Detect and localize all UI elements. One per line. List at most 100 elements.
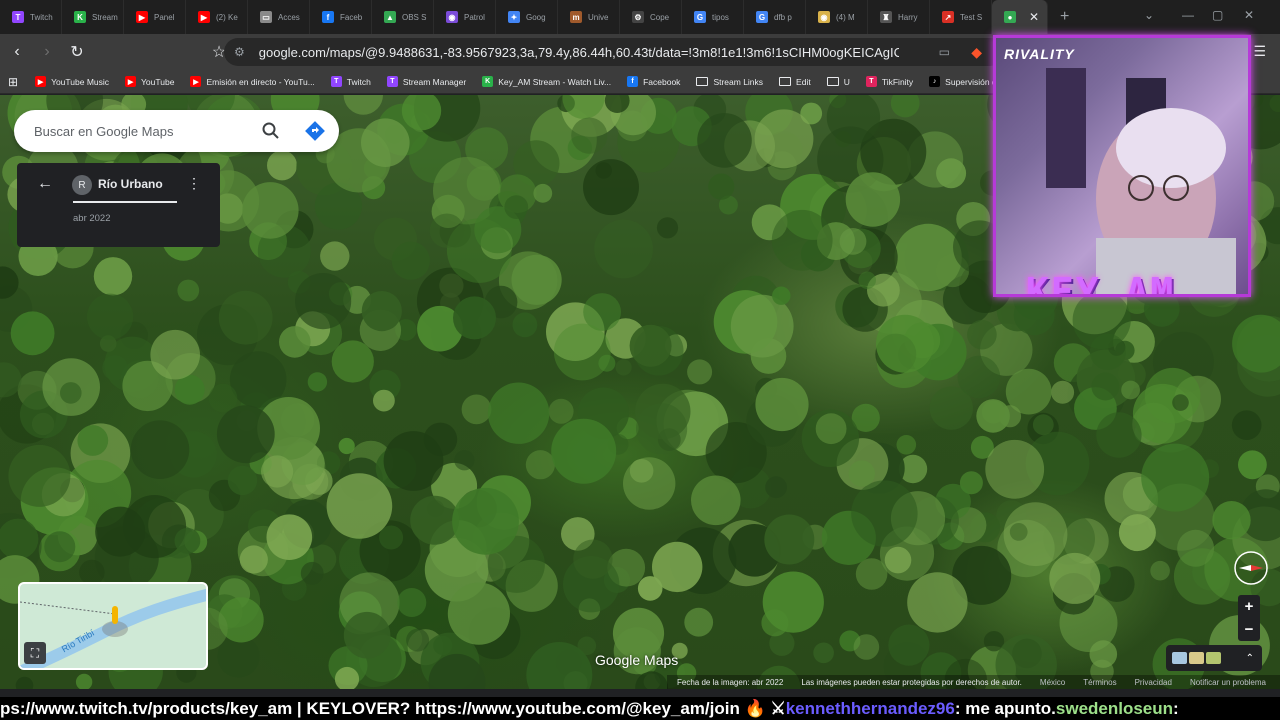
layers-control[interactable]: ⌃ xyxy=(1166,645,1262,671)
rivality-logo: RIVALITY xyxy=(1004,46,1075,62)
more-options-icon[interactable]: ⋮ xyxy=(187,175,201,192)
bookmark-item[interactable]: ▶ YouTube xyxy=(118,76,181,87)
maximize-icon[interactable]: ▢ xyxy=(1212,8,1223,22)
chevron-down-icon[interactable]: ⌄ xyxy=(1144,8,1154,22)
tab-favicon-icon: ◉ xyxy=(446,11,458,23)
bookmark-item[interactable]: T TikFinity xyxy=(859,76,920,87)
apps-grid-icon[interactable]: ⊞ xyxy=(8,75,18,89)
bookmark-item[interactable]: T Twitch xyxy=(324,76,378,87)
browser-tab[interactable]: ▭ Acces xyxy=(248,0,310,34)
browser-tab[interactable]: ● ✕ xyxy=(992,0,1048,34)
tree-crown xyxy=(95,506,146,557)
layer-thumb[interactable] xyxy=(1189,652,1204,664)
place-name[interactable]: Río Urbano xyxy=(98,177,163,191)
tab-favicon-icon: ▭ xyxy=(260,11,272,23)
brave-shield-icon[interactable]: ◆ xyxy=(971,44,982,61)
back-arrow-icon[interactable]: ← xyxy=(37,175,53,193)
tree-crown xyxy=(888,624,930,666)
site-info-icon[interactable]: ⚙ xyxy=(234,45,245,59)
menu-icon[interactable]: ☰ xyxy=(1253,43,1266,60)
minimize-icon[interactable]: — xyxy=(1182,8,1194,22)
zoom-control: + − xyxy=(1238,595,1260,641)
bookmark-item[interactable]: Stream Links xyxy=(689,77,770,87)
streamer-nameplate: KEY_AM xyxy=(1026,270,1176,297)
directions-icon[interactable] xyxy=(305,121,325,141)
browser-tab[interactable]: ▶ (2) Ke xyxy=(186,0,248,34)
zoom-out-button[interactable]: − xyxy=(1245,621,1254,638)
reload-button[interactable]: ↻ xyxy=(64,39,90,65)
browser-tab[interactable]: ▲ OBS S xyxy=(372,0,434,34)
search-icon[interactable] xyxy=(261,121,281,141)
bookmark-item[interactable]: f Facebook xyxy=(620,76,687,87)
address-bar[interactable]: ⚙ google.com/maps/@9.9488631,-83.9567923… xyxy=(224,38,1004,66)
tab-favicon-icon: f xyxy=(322,11,334,23)
browser-tab[interactable]: K Stream xyxy=(62,0,124,34)
tree-crown xyxy=(31,412,55,436)
tree-crown xyxy=(615,359,632,376)
tree-crown xyxy=(1121,380,1140,400)
tree-crown xyxy=(1009,523,1028,541)
tab-label: dfb p xyxy=(774,12,792,22)
bookmark-item[interactable]: ▶ Emisión en directo - YouTu... xyxy=(183,76,321,87)
browser-tab[interactable]: T Twitch xyxy=(0,0,62,34)
browser-tab[interactable]: ⚙ Cope xyxy=(620,0,682,34)
browser-tab[interactable]: ✦ Goog xyxy=(496,0,558,34)
tree-crown xyxy=(764,514,815,565)
tree-crown xyxy=(884,546,912,574)
bookmark-item[interactable]: T Stream Manager xyxy=(380,76,473,87)
avatar: R xyxy=(72,175,92,195)
bookmark-item[interactable]: U xyxy=(820,77,857,87)
mini-map-graphic xyxy=(20,588,206,668)
browser-tab[interactable]: ◉ (4) M xyxy=(806,0,868,34)
tree-crown xyxy=(1072,290,1131,350)
close-tab-icon[interactable]: ✕ xyxy=(1029,10,1039,24)
cast-icon[interactable]: ▭ xyxy=(939,45,950,59)
tree-crown xyxy=(839,228,867,255)
forward-button[interactable]: › xyxy=(34,39,60,65)
report-problem-link[interactable]: Notificar un problema xyxy=(1190,678,1266,687)
bookmark-item[interactable]: K Key_AM Stream - Watch Liv... xyxy=(475,76,618,87)
tree-crown xyxy=(629,324,672,367)
search-box[interactable]: Buscar en Google Maps xyxy=(14,110,339,152)
tab-label: Test S xyxy=(960,12,983,22)
capture-date[interactable]: abr 2022 xyxy=(73,213,111,224)
back-button[interactable]: ‹ xyxy=(4,39,30,65)
mini-map[interactable]: Río Tiribí ⛶ xyxy=(18,582,208,670)
terms-link[interactable]: Términos xyxy=(1083,678,1116,687)
tree-crown xyxy=(1049,552,1101,604)
tree-crown xyxy=(708,173,735,200)
close-window-icon[interactable]: ✕ xyxy=(1244,8,1254,22)
browser-tab[interactable]: ◉ Patrol xyxy=(434,0,496,34)
footer-info: Fecha de la imagen: abr 2022 Las imágene… xyxy=(667,675,1280,689)
tree-crown xyxy=(343,611,391,659)
chevron-up-icon[interactable]: ⌃ xyxy=(1246,653,1254,664)
tree-crown xyxy=(697,113,752,168)
new-tab-button[interactable]: + xyxy=(1048,8,1081,26)
country-link[interactable]: México xyxy=(1040,678,1065,687)
browser-tab[interactable]: f Faceb xyxy=(310,0,372,34)
privacy-link[interactable]: Privacidad xyxy=(1135,678,1172,687)
browser-tab[interactable]: Gtipos xyxy=(682,0,744,34)
tab-label: tipos xyxy=(712,12,729,22)
bookmark-item[interactable]: ▶ YouTube Music xyxy=(28,76,116,87)
tree-crown xyxy=(525,450,556,480)
tree-crown xyxy=(1051,380,1075,404)
browser-tab[interactable]: ♜ Harry xyxy=(868,0,930,34)
streamer-image xyxy=(1046,68,1236,294)
tab-favicon-icon: ✦ xyxy=(508,11,520,23)
zoom-in-button[interactable]: + xyxy=(1245,598,1254,615)
browser-tab[interactable]: m Unive xyxy=(558,0,620,34)
layer-thumb[interactable] xyxy=(1172,652,1187,664)
browser-tab[interactable]: ↗ Test S xyxy=(930,0,992,34)
bookmark-item[interactable]: Edit xyxy=(772,77,818,87)
tree-crown xyxy=(261,455,294,488)
tree-crown xyxy=(876,314,934,373)
compass-icon[interactable] xyxy=(1233,550,1269,586)
browser-tab[interactable]: Gdfb p xyxy=(744,0,806,34)
tree-crown xyxy=(1118,514,1156,552)
layer-thumb[interactable] xyxy=(1206,652,1221,664)
tab-label: Faceb xyxy=(340,12,363,22)
expand-icon[interactable]: ⛶ xyxy=(24,642,46,664)
browser-tab[interactable]: ▶ Panel xyxy=(124,0,186,34)
tree-crown xyxy=(361,118,410,167)
